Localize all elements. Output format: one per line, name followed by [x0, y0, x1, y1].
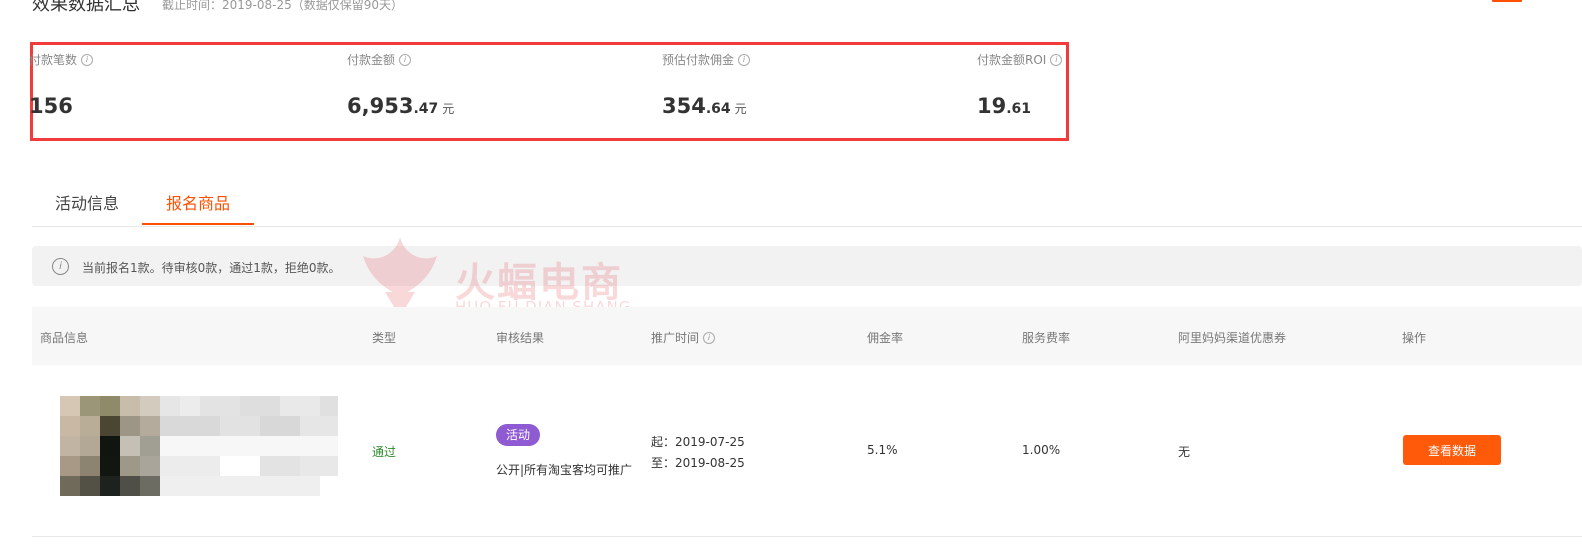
product-thumbnail[interactable] — [60, 396, 338, 496]
stat-value-int: 156 — [29, 94, 73, 118]
th-promo-time-label: 推广时间 — [651, 331, 700, 345]
th-type: 类型 — [372, 331, 397, 345]
stat-unit: 元 — [734, 102, 747, 116]
stat-label: 预估付款佣金 — [662, 53, 735, 67]
commission-rate: 5.1% — [867, 443, 898, 457]
type-status: 通过 — [372, 445, 397, 459]
th-commission-rate: 佣金率 — [867, 331, 904, 345]
stat-payment-amount: 付款金额 i 6,953.47 元 — [347, 51, 454, 118]
page-title: 效果数据汇总 — [32, 0, 140, 15]
tab-activity-info[interactable]: 活动信息 — [55, 190, 119, 214]
corner-accent-bar — [1492, 0, 1522, 2]
promo-start-date: 起：2019-07-25 — [651, 435, 745, 449]
notice-bar: i 当前报名1款。待审核0款，通过1款，拒绝0款。 — [32, 246, 1582, 286]
stat-label: 付款金额ROI — [977, 53, 1047, 67]
stat-value-int: 354 — [662, 94, 706, 118]
stat-value-decimal: .64 — [705, 101, 731, 117]
info-icon[interactable]: i — [738, 53, 751, 66]
table-row: 通过 活动 公开|所有淘宝客均可推广 起：2019-07-25 至：2019-0… — [32, 366, 1582, 537]
stats-highlight-box: 付款笔数 i 156 付款金额 i 6,953.47 元 预估付款佣金 i 354… — [29, 42, 1069, 141]
stat-value-decimal: .61 — [1006, 101, 1032, 117]
active-tab-underline — [142, 223, 254, 225]
alimama-coupon: 无 — [1178, 445, 1191, 459]
activity-tag: 活动 — [496, 424, 540, 446]
review-text: 公开|所有淘宝客均可推广 — [496, 463, 633, 477]
notice-text: 当前报名1款。待审核0款，通过1款，拒绝0款。 — [82, 261, 341, 275]
th-service-rate: 服务费率 — [1022, 331, 1071, 345]
info-icon[interactable]: i — [399, 53, 412, 66]
stat-unit: 元 — [442, 102, 455, 116]
info-circle-icon: i — [52, 258, 69, 275]
stat-roi: 付款金额ROI i 19.61 — [977, 51, 1063, 118]
info-icon[interactable]: i — [1050, 53, 1063, 66]
cutoff-time-note: 截止时间：2019-08-25（数据仅保留90天） — [162, 0, 404, 12]
info-icon[interactable]: i — [81, 53, 94, 66]
stat-payment-count: 付款笔数 i 156 — [29, 51, 94, 118]
stat-label: 付款笔数 — [29, 53, 78, 67]
tab-bar: 活动信息 报名商品 — [32, 176, 1582, 227]
stat-value-int: 6,953 — [347, 94, 414, 118]
stat-estimated-commission: 预估付款佣金 i 354.64 元 — [662, 51, 751, 118]
service-rate: 1.00% — [1022, 443, 1061, 457]
th-product-info: 商品信息 — [40, 331, 89, 345]
stat-label: 付款金额 — [347, 53, 396, 67]
stat-value-decimal: .47 — [413, 101, 439, 117]
view-data-button[interactable]: 查看数据 — [1403, 435, 1501, 465]
th-review-result: 审核结果 — [496, 331, 545, 345]
tab-registered-products[interactable]: 报名商品 — [166, 190, 230, 214]
info-icon[interactable]: i — [703, 331, 716, 344]
promo-end-date: 至：2019-08-25 — [651, 456, 745, 470]
th-alimama-coupon: 阿里妈妈渠道优惠券 — [1178, 331, 1287, 345]
th-promo-time: 推广时间 i — [651, 329, 716, 346]
th-action: 操作 — [1402, 331, 1427, 345]
stat-value-int: 19 — [977, 94, 1007, 118]
table-header: 商品信息 类型 审核结果 推广时间 i 佣金率 服务费率 阿里妈妈渠道优惠券 操… — [32, 307, 1582, 365]
